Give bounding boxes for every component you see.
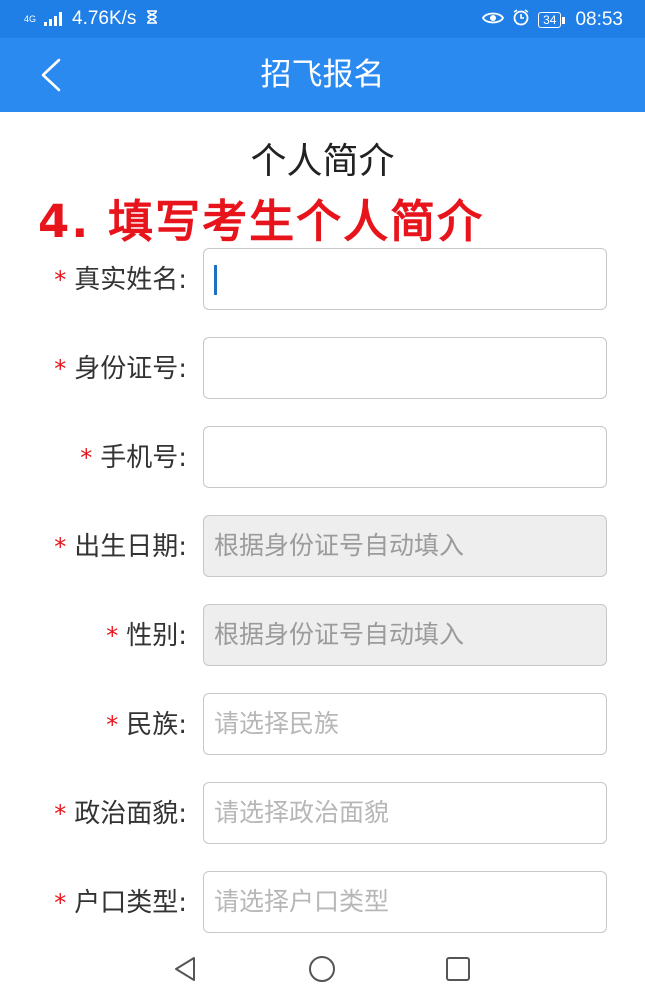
label-text: 户口类型: bbox=[74, 888, 187, 918]
form-row-ethnicity: * 民族: 请选择民族 bbox=[0, 693, 645, 757]
system-recents-button[interactable] bbox=[441, 952, 475, 986]
required-marker: * bbox=[54, 889, 67, 917]
hourglass-icon bbox=[146, 8, 158, 30]
battery-level: 34 bbox=[543, 13, 557, 27]
real-name-input[interactable] bbox=[203, 248, 607, 310]
clock-time: 08:53 bbox=[575, 9, 623, 30]
field-label: * 身份证号: bbox=[54, 337, 187, 401]
form-row-political-status: * 政治面貌: 请选择政治面貌 bbox=[0, 782, 645, 846]
political-status-select[interactable]: 请选择政治面貌 bbox=[203, 782, 607, 844]
label-text: 性别: bbox=[126, 621, 187, 651]
required-marker: * bbox=[54, 355, 67, 383]
network-speed: 4.76K/s bbox=[72, 8, 137, 29]
field-label: * 出生日期: bbox=[54, 515, 187, 579]
field-label: * 民族: bbox=[106, 693, 187, 757]
id-number-input[interactable] bbox=[203, 337, 607, 399]
field-placeholder: 根据身份证号自动填入 bbox=[214, 531, 465, 560]
text-cursor bbox=[214, 265, 217, 295]
label-text: 民族: bbox=[126, 710, 187, 740]
status-bar: 4G 4.76K/s 34 08:53 bbox=[0, 0, 645, 38]
label-text: 政治面貌: bbox=[74, 799, 187, 829]
battery-icon: 34 bbox=[538, 12, 566, 28]
form-row-gender: * 性别: 根据身份证号自动填入 bbox=[0, 604, 645, 668]
home-circle-icon bbox=[309, 956, 335, 982]
system-nav-bar bbox=[0, 940, 645, 997]
ethnicity-select[interactable]: 请选择民族 bbox=[203, 693, 607, 755]
instruction-annotation: 4. 填写考生个人简介 bbox=[38, 195, 485, 248]
app-header: 招飞报名 bbox=[0, 38, 645, 112]
eye-icon bbox=[482, 9, 505, 31]
label-text: 身份证号: bbox=[74, 354, 187, 384]
required-marker: * bbox=[106, 622, 119, 650]
system-home-button[interactable] bbox=[305, 952, 339, 986]
field-label: * 真实姓名: bbox=[54, 248, 187, 312]
field-label: * 性别: bbox=[106, 604, 187, 668]
form-row-id-number: * 身份证号: bbox=[0, 337, 645, 401]
form-row-household-type: * 户口类型: 请选择户口类型 bbox=[0, 871, 645, 935]
recents-square-icon bbox=[446, 957, 470, 981]
chevron-left-icon bbox=[41, 58, 61, 92]
form-row-phone: * 手机号: bbox=[0, 426, 645, 490]
system-back-button[interactable] bbox=[168, 952, 202, 986]
back-triangle-icon bbox=[175, 957, 195, 981]
label-text: 出生日期: bbox=[74, 532, 187, 562]
network-type-label: 4G bbox=[24, 13, 37, 24]
required-marker: * bbox=[106, 711, 119, 739]
required-marker: * bbox=[54, 533, 67, 561]
field-placeholder: 请选择民族 bbox=[214, 709, 340, 738]
field-placeholder: 请选择政治面貌 bbox=[214, 798, 390, 827]
form-row-birth-date: * 出生日期: 根据身份证号自动填入 bbox=[0, 515, 645, 579]
field-label: * 手机号: bbox=[80, 426, 187, 490]
status-right: 34 08:53 bbox=[482, 8, 623, 32]
required-marker: * bbox=[54, 800, 67, 828]
status-left: 4G 4.76K/s bbox=[24, 8, 158, 30]
header-title: 招飞报名 bbox=[260, 57, 385, 93]
label-text: 手机号: bbox=[100, 443, 187, 473]
required-marker: * bbox=[54, 266, 67, 294]
field-placeholder: 请选择户口类型 bbox=[214, 887, 390, 916]
label-text: 真实姓名: bbox=[74, 265, 187, 295]
field-label: * 政治面貌: bbox=[54, 782, 187, 846]
household-type-select[interactable]: 请选择户口类型 bbox=[203, 871, 607, 933]
birth-date-field: 根据身份证号自动填入 bbox=[203, 515, 607, 577]
alarm-icon bbox=[512, 8, 530, 32]
phone-input[interactable] bbox=[203, 426, 607, 488]
gender-field: 根据身份证号自动填入 bbox=[203, 604, 607, 666]
field-label: * 户口类型: bbox=[54, 871, 187, 935]
signal-icon bbox=[44, 12, 62, 26]
back-button[interactable] bbox=[26, 50, 76, 100]
field-placeholder: 根据身份证号自动填入 bbox=[214, 620, 465, 649]
page-title: 个人简介 bbox=[250, 141, 395, 182]
form-row-real-name: * 真实姓名: bbox=[0, 248, 645, 312]
required-marker: * bbox=[80, 444, 93, 472]
